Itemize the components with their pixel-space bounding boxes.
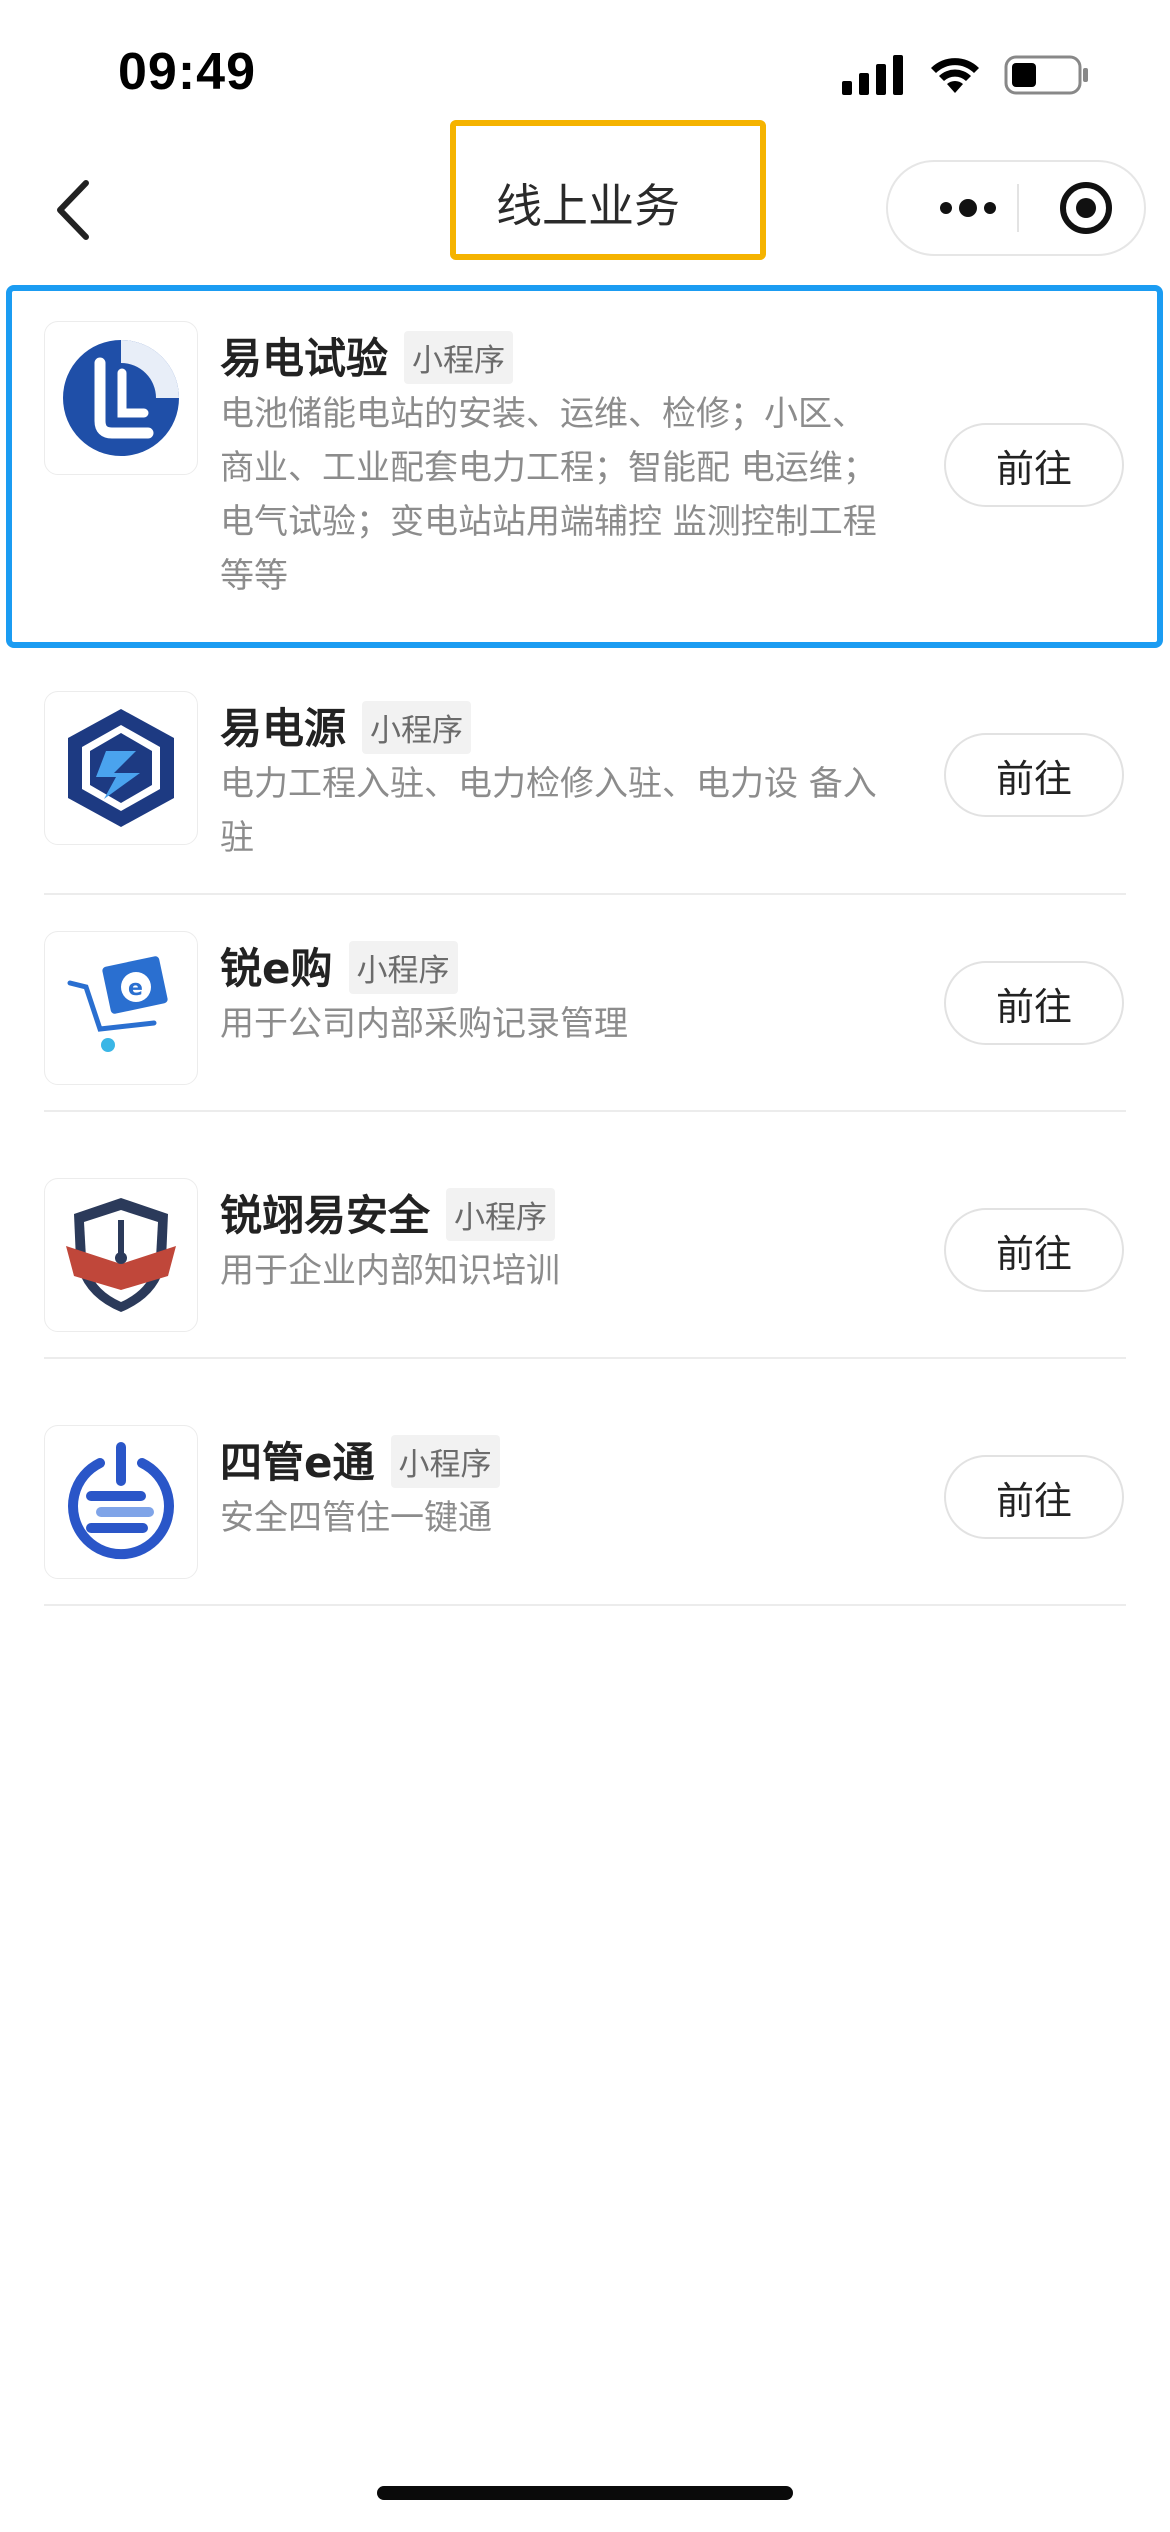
mini-program-tag: 小程序 bbox=[348, 941, 458, 994]
goto-button[interactable]: 前往 bbox=[944, 961, 1124, 1045]
power-e-icon bbox=[44, 1425, 198, 1579]
home-indicator[interactable] bbox=[377, 2486, 793, 2500]
divider bbox=[44, 1357, 1126, 1359]
app-description: 电力工程入驻、电力检修入驻、电力设 备入驻 bbox=[220, 764, 877, 858]
goto-button[interactable]: 前往 bbox=[944, 733, 1124, 817]
title-highlight-box: 线上业务 bbox=[450, 120, 766, 260]
app-name: 易电试验 小程序 bbox=[220, 325, 514, 388]
app-description: 安全四管住一键通 bbox=[220, 1498, 492, 1538]
mini-program-tag: 小程序 bbox=[404, 331, 514, 384]
app-description: 电池储能电站的安装、运维、检修；小区、商业、工业配套电力工程；智能配 电运维；电… bbox=[220, 394, 877, 596]
back-button[interactable] bbox=[38, 175, 108, 245]
mini-program-tag: 小程序 bbox=[390, 1435, 500, 1488]
shield-book-icon bbox=[44, 1178, 198, 1332]
status-bar: 09:49 bbox=[0, 0, 1170, 140]
more-button[interactable] bbox=[918, 172, 1018, 244]
status-time: 09:49 bbox=[118, 43, 256, 101]
mini-program-tag: 小程序 bbox=[362, 701, 472, 754]
svg-text:e: e bbox=[128, 976, 143, 1001]
app-name: 四管e通 小程序 bbox=[220, 1429, 500, 1492]
divider bbox=[44, 1110, 1126, 1112]
goto-button[interactable]: 前往 bbox=[944, 1455, 1124, 1539]
mini-program-capsule bbox=[886, 160, 1146, 256]
goto-button[interactable]: 前往 bbox=[944, 423, 1124, 507]
battery-icon bbox=[1004, 55, 1090, 99]
app-name: 易电源 小程序 bbox=[220, 695, 472, 758]
chevron-left-icon bbox=[57, 180, 89, 240]
cellular-signal-icon bbox=[842, 55, 906, 99]
more-dots-icon bbox=[940, 199, 996, 217]
divider bbox=[44, 893, 1126, 895]
yidianyuan-icon bbox=[44, 691, 198, 845]
cart-e-icon: e bbox=[44, 931, 198, 1085]
target-close-icon bbox=[1060, 182, 1112, 234]
app-description: 用于企业内部知识培训 bbox=[220, 1251, 560, 1291]
close-mini-program-button[interactable] bbox=[1048, 172, 1124, 244]
yidian-shiyan-icon bbox=[44, 321, 198, 475]
mini-program-tag: 小程序 bbox=[446, 1188, 556, 1241]
status-icons bbox=[842, 52, 1090, 102]
wifi-icon bbox=[928, 55, 982, 99]
app-name: 锐e购 小程序 bbox=[220, 935, 458, 998]
app-description: 用于公司内部采购记录管理 bbox=[220, 1004, 628, 1044]
page-title: 线上业务 bbox=[496, 179, 680, 233]
divider bbox=[44, 1604, 1126, 1606]
capsule-divider bbox=[1017, 184, 1019, 232]
nav-bar: 线上业务 bbox=[0, 120, 1170, 275]
goto-button[interactable]: 前往 bbox=[944, 1208, 1124, 1292]
app-name: 锐翊易安全 小程序 bbox=[220, 1182, 556, 1245]
